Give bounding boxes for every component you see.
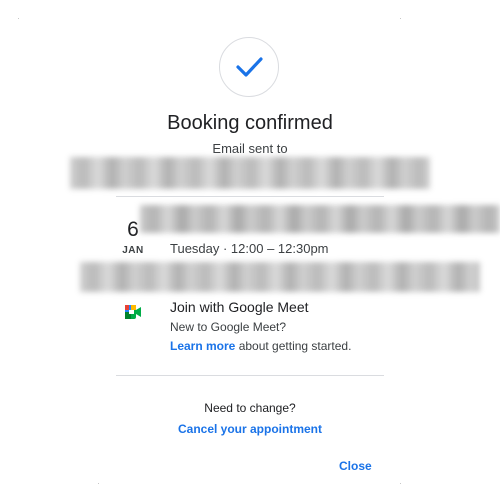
divider: [116, 196, 384, 197]
join-meet-link[interactable]: Join with Google Meet: [170, 299, 309, 315]
dialog-title: Booking confirmed: [167, 112, 333, 134]
cancel-appointment-link[interactable]: Cancel your appointment: [0, 422, 500, 436]
meet-learn-more-line: Learn more about getting started.: [170, 339, 351, 353]
event-month: JAN: [122, 245, 144, 256]
learn-more-suffix: about getting started.: [235, 339, 352, 353]
corner-dot: [400, 18, 401, 19]
redacted-timezone: [80, 262, 480, 292]
meet-new-text: New to Google Meet?: [170, 320, 287, 334]
booking-confirmation-dialog: Booking confirmed Email sent to 6 JAN Tu…: [0, 0, 500, 500]
checkmark-circle: [219, 37, 279, 97]
divider: [116, 375, 384, 376]
corner-dot: [98, 483, 99, 484]
redacted-event-title: [140, 205, 500, 233]
learn-more-link[interactable]: Learn more: [170, 339, 235, 353]
email-sent-label: Email sent to: [212, 141, 288, 156]
need-change-prompt: Need to change?: [204, 401, 296, 415]
redacted-email: [70, 157, 430, 189]
checkmark-icon: [236, 57, 263, 77]
google-meet-icon: [123, 302, 143, 322]
corner-dot: [400, 483, 401, 484]
corner-dot: [18, 18, 19, 19]
close-button[interactable]: Close: [335, 457, 376, 475]
event-time: Tuesday · 12:00 – 12:30pm: [170, 241, 329, 256]
